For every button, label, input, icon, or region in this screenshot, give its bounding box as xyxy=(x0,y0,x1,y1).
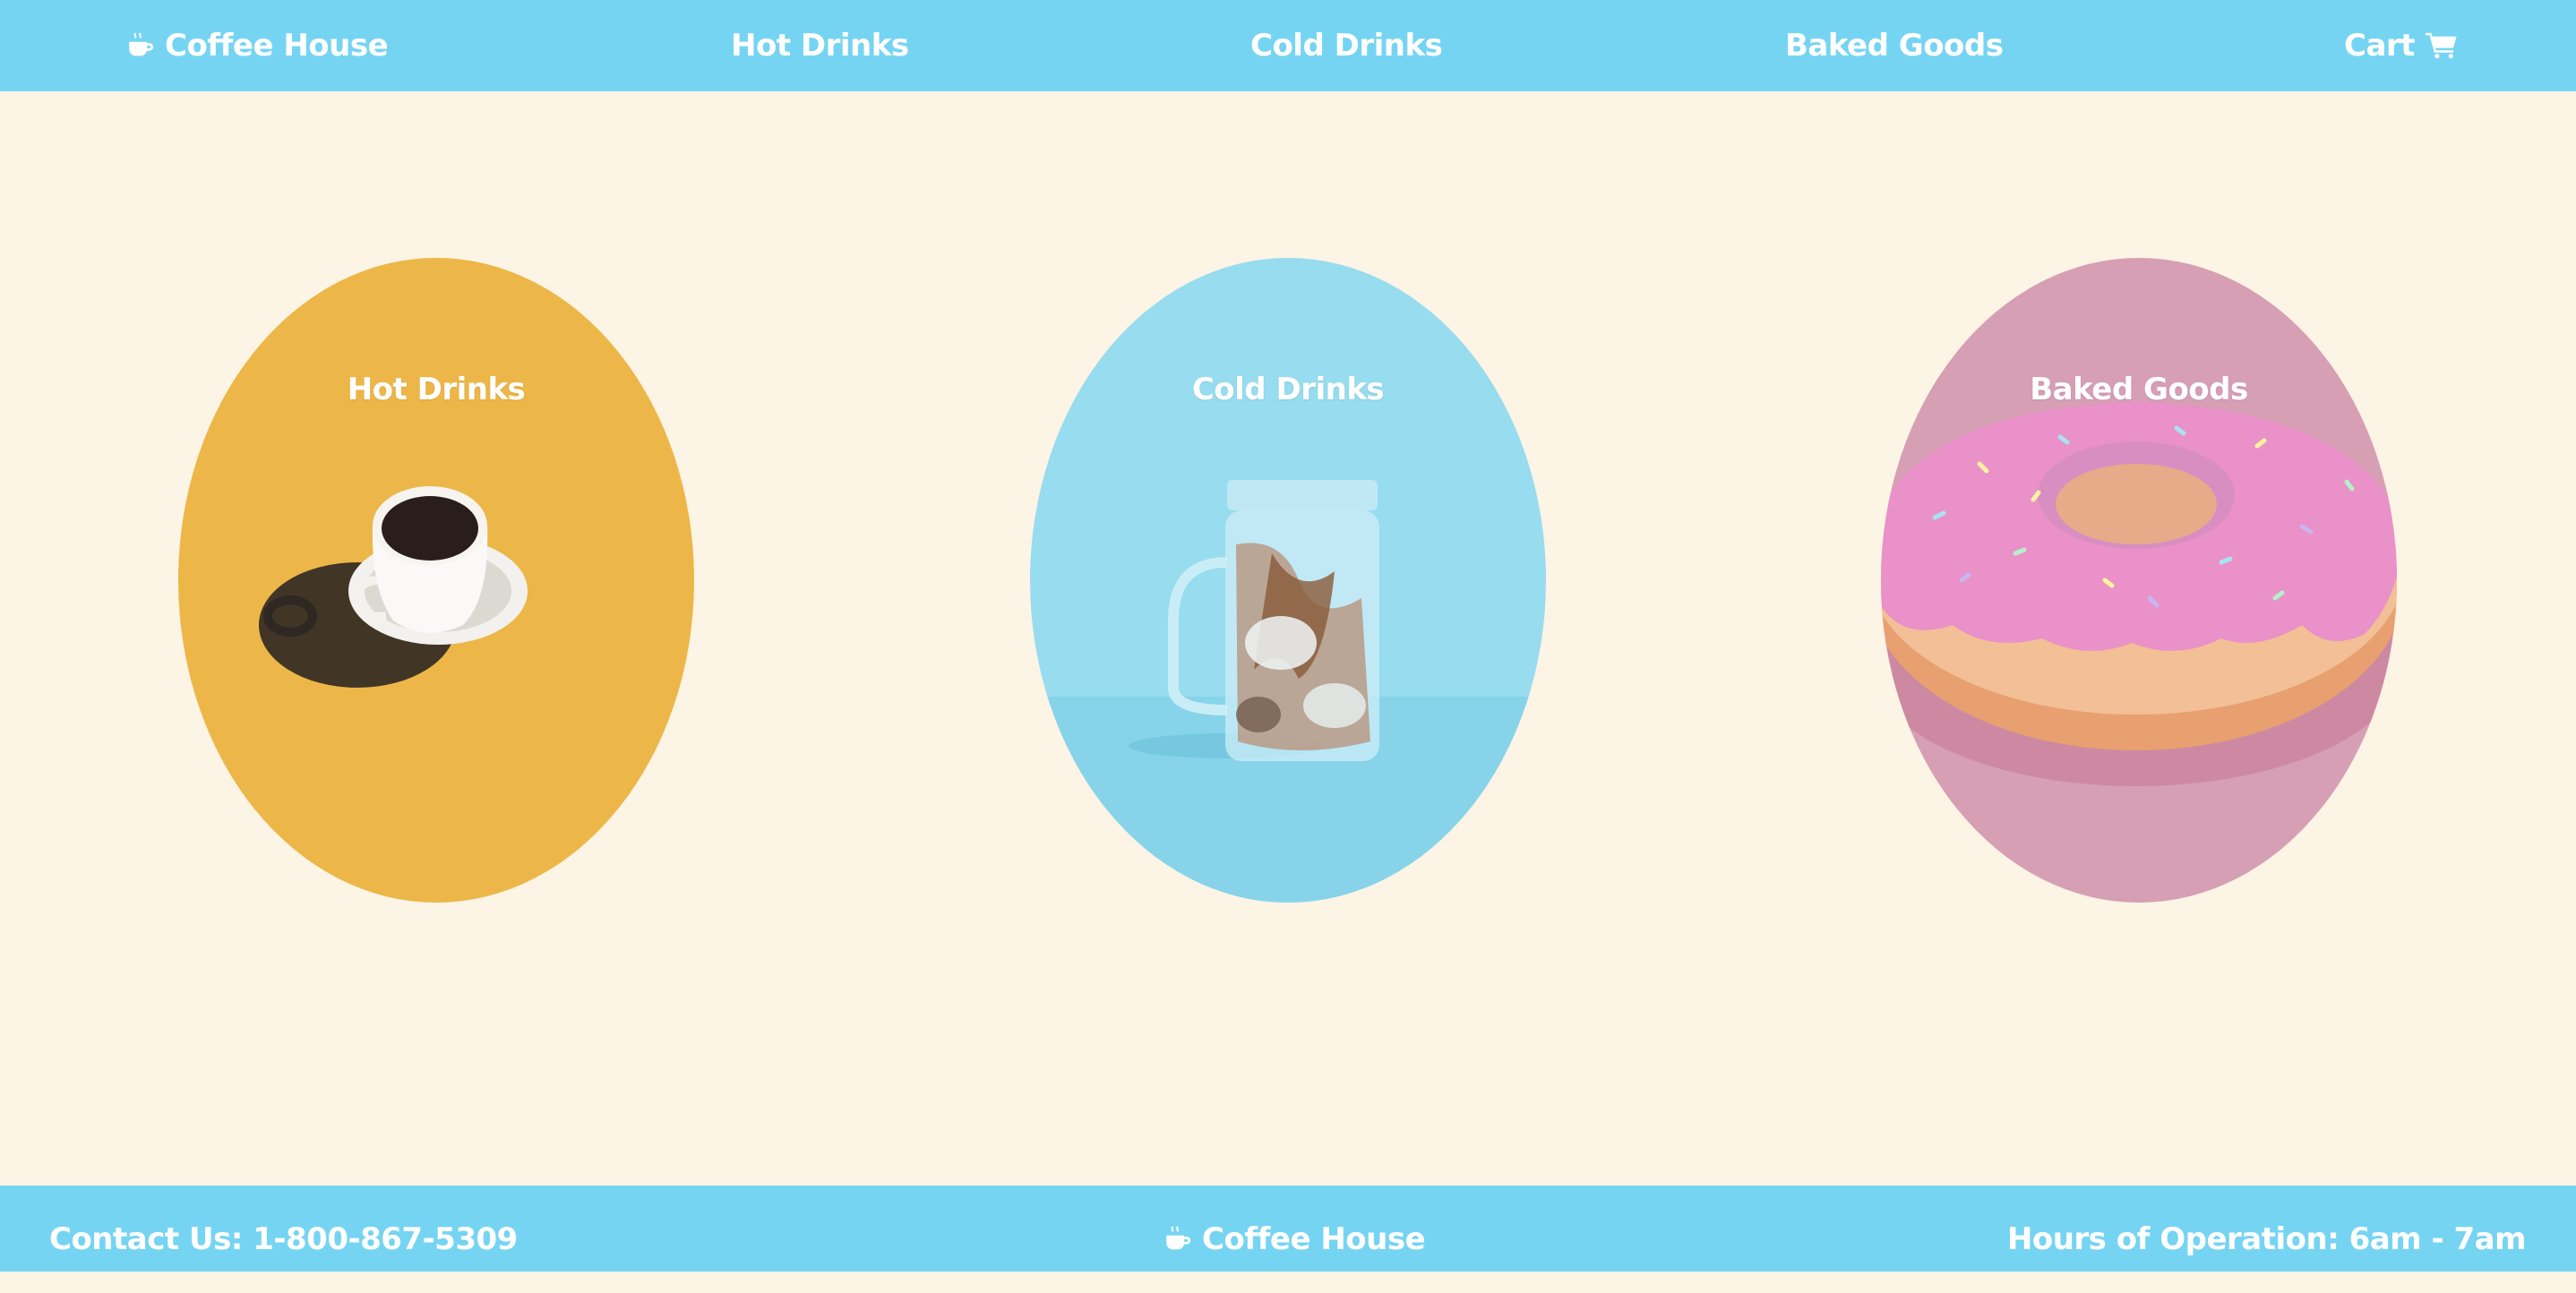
coffee-cup-icon xyxy=(1166,1226,1191,1250)
footer-hours: Hours of Operation: 6am - 7am xyxy=(2006,1221,2527,1257)
nav-baked-goods[interactable]: Baked Goods xyxy=(1785,0,2004,91)
coffee-cup-icon xyxy=(129,32,154,56)
shopping-cart-icon xyxy=(2425,32,2457,59)
footer-brand-label: Coffee House xyxy=(1202,1221,1426,1257)
nav-cart-label: Cart xyxy=(2344,28,2415,64)
nav-brand-link[interactable]: Coffee House xyxy=(125,0,389,91)
baked-goods-card-title: Baked Goods xyxy=(2030,372,2248,407)
footer-brand[interactable]: Coffee House xyxy=(1163,1186,1426,1293)
footer-contact: Contact Us: 1-800-867-5309 xyxy=(49,1221,518,1257)
nav-hot-drinks-label: Hot Drinks xyxy=(731,28,909,64)
nav-cart[interactable]: Cart xyxy=(2344,0,2458,91)
category-card-hot-drinks[interactable]: Hot Drinks xyxy=(178,258,694,903)
donut-image xyxy=(1881,258,2397,903)
category-card-cold-drinks[interactable]: Cold Drinks xyxy=(1030,258,1546,903)
iced-coffee-image xyxy=(1030,258,1546,903)
hot-drinks-card-title: Hot Drinks xyxy=(347,372,526,407)
nav-brand-label: Coffee House xyxy=(165,28,389,64)
nav-baked-goods-label: Baked Goods xyxy=(1785,28,2004,64)
nav-cold-drinks-label: Cold Drinks xyxy=(1250,28,1443,64)
nav-hot-drinks[interactable]: Hot Drinks xyxy=(731,0,909,91)
hot-coffee-image xyxy=(178,258,694,903)
category-card-baked-goods[interactable]: Baked Goods xyxy=(1881,258,2397,903)
nav-cold-drinks[interactable]: Cold Drinks xyxy=(1250,0,1443,91)
cold-drinks-card-title: Cold Drinks xyxy=(1191,372,1385,407)
